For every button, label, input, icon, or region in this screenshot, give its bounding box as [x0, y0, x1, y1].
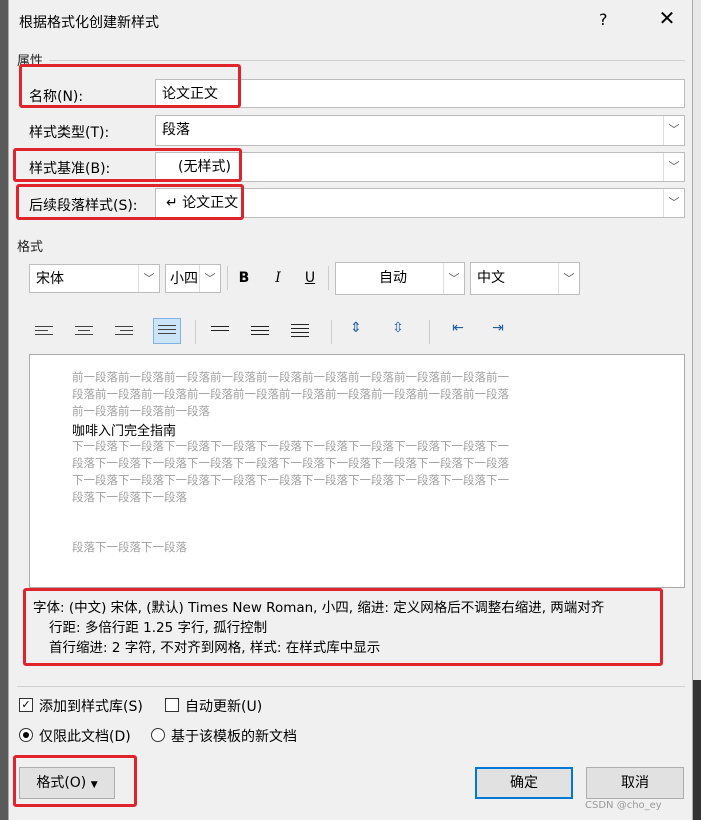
auto-update-label: 自动更新(U) — [185, 699, 263, 715]
align-left-icon[interactable] — [35, 326, 53, 340]
style-type-value: 段落 — [162, 122, 190, 138]
bold-button[interactable]: B — [235, 270, 253, 286]
template-documents-radio[interactable] — [151, 728, 165, 742]
preview-line: 段落下一段落下一段落下一段落下一段落下一段落下一段落下一段落下一段落下一段落 — [72, 456, 509, 470]
preview-line: 下一段落下一段落下一段落下一段落下一段落下一段落下一段落下一段落下一段落下一 — [72, 439, 509, 453]
highlight-name — [19, 64, 241, 108]
ok-button[interactable]: 确定 — [475, 767, 573, 799]
watermark: CSDN @cho_ey — [585, 800, 662, 811]
chevron-down-icon: ﹀ — [663, 116, 684, 145]
line-spacing-double-icon[interactable] — [291, 324, 309, 338]
highlight-format-button — [13, 755, 137, 807]
preview-previous-paragraph: 前一段落前一段落前一段落前一段落前一段落前一段落前一段落前一段落前一段落前一 段… — [72, 369, 509, 420]
cancel-button[interactable]: 取消 — [586, 767, 684, 799]
size-select[interactable]: 小四 ﹀ — [165, 264, 221, 293]
font-color-value: 自动 — [379, 270, 407, 286]
script-select[interactable]: 中文 ﹀ — [470, 262, 580, 295]
preview-line: 下一段落下一段落下一段落下一段落下一段落下一段落下一段落下一段落下一段落下一 — [72, 473, 509, 487]
chevron-down-icon: ﹀ — [443, 263, 464, 294]
format-section-label: 格式 — [17, 240, 44, 255]
only-this-document-radio[interactable] — [19, 728, 33, 742]
underline-button[interactable]: U — [301, 270, 319, 286]
template-documents-label: 基于该模板的新文档 — [171, 729, 297, 745]
highlight-next-style — [16, 184, 244, 220]
toolbar-separator — [429, 320, 430, 344]
close-button[interactable]: ✕ — [655, 6, 679, 30]
add-to-gallery-checkbox[interactable]: ✓ — [19, 698, 33, 712]
font-color-select[interactable]: 自动 ﹀ — [335, 262, 465, 295]
check-icon: ✓ — [21, 698, 31, 711]
font-value: 宋体 — [36, 271, 64, 287]
preview-line: 段落前一段落前一段落前一段落前一段落前一段落前一段落前一段落前一段落前一段落 — [72, 387, 509, 401]
italic-button[interactable]: I — [269, 270, 287, 286]
auto-update-checkbox[interactable] — [165, 698, 179, 712]
style-type-select[interactable]: 段落 ﹀ — [155, 115, 685, 146]
align-right-icon[interactable] — [115, 326, 133, 340]
highlight-based-on — [13, 148, 242, 182]
type-label: 样式类型(T): — [29, 125, 110, 141]
toolbar-separator — [227, 266, 228, 290]
chevron-down-icon: ﹀ — [558, 263, 579, 294]
properties-divider — [49, 60, 685, 61]
preview-next-paragraph: 下一段落下一段落下一段落下一段落下一段落下一段落下一段落下一段落下一段落下一 段… — [72, 438, 509, 506]
preview-line: 段落下一段落下一段落 — [72, 490, 187, 504]
chevron-down-icon: ﹀ — [663, 189, 684, 217]
line-spacing-onehalf-icon[interactable] — [251, 326, 269, 340]
decrease-para-spacing-icon[interactable]: ⇳ — [387, 320, 409, 336]
script-value: 中文 — [477, 270, 505, 286]
preview-line: 前一段落前一段落前一段落 — [72, 404, 210, 418]
close-icon: ✕ — [658, 6, 676, 30]
font-select[interactable]: 宋体 ﹀ — [29, 264, 160, 293]
create-style-dialog: 根据格式化创建新样式 ? ✕ 属性 名称(N): 论文正文 样式类型(T): 段… — [8, 0, 693, 820]
only-this-document-label: 仅限此文档(D) — [39, 729, 131, 745]
help-button[interactable]: ? — [599, 10, 608, 29]
chevron-down-icon: ﹀ — [138, 265, 159, 292]
toolbar-separator — [195, 320, 196, 344]
preview-line: 前一段落前一段落前一段落前一段落前一段落前一段落前一段落前一段落前一段落前一 — [72, 370, 509, 384]
align-justify-icon — [158, 325, 176, 339]
dialog-title: 根据格式化创建新样式 — [19, 15, 159, 31]
justify-button[interactable] — [153, 318, 181, 344]
decrease-indent-icon[interactable]: ⇤ — [447, 320, 469, 336]
line-spacing-single-icon[interactable] — [211, 326, 229, 340]
toolbar-separator — [331, 320, 332, 344]
add-to-gallery-label: 添加到样式库(S) — [39, 699, 143, 715]
increase-indent-icon[interactable]: ⇥ — [487, 320, 509, 336]
preview-tail: 段落下一段落下一段落 — [72, 540, 187, 554]
align-center-icon[interactable] — [75, 326, 93, 340]
toolbar-separator — [328, 266, 329, 290]
chevron-down-icon: ﹀ — [663, 153, 684, 181]
highlight-description — [23, 588, 663, 666]
size-value: 小四 — [170, 271, 198, 287]
style-preview: 前一段落前一段落前一段落前一段落前一段落前一段落前一段落前一段落前一段落前一 段… — [29, 354, 685, 588]
chevron-down-icon: ﹀ — [199, 265, 220, 292]
options-divider — [17, 686, 685, 687]
preview-main-text: 咖啡入门完全指南 — [72, 424, 177, 439]
increase-para-spacing-icon[interactable]: ⇕ — [345, 320, 367, 336]
